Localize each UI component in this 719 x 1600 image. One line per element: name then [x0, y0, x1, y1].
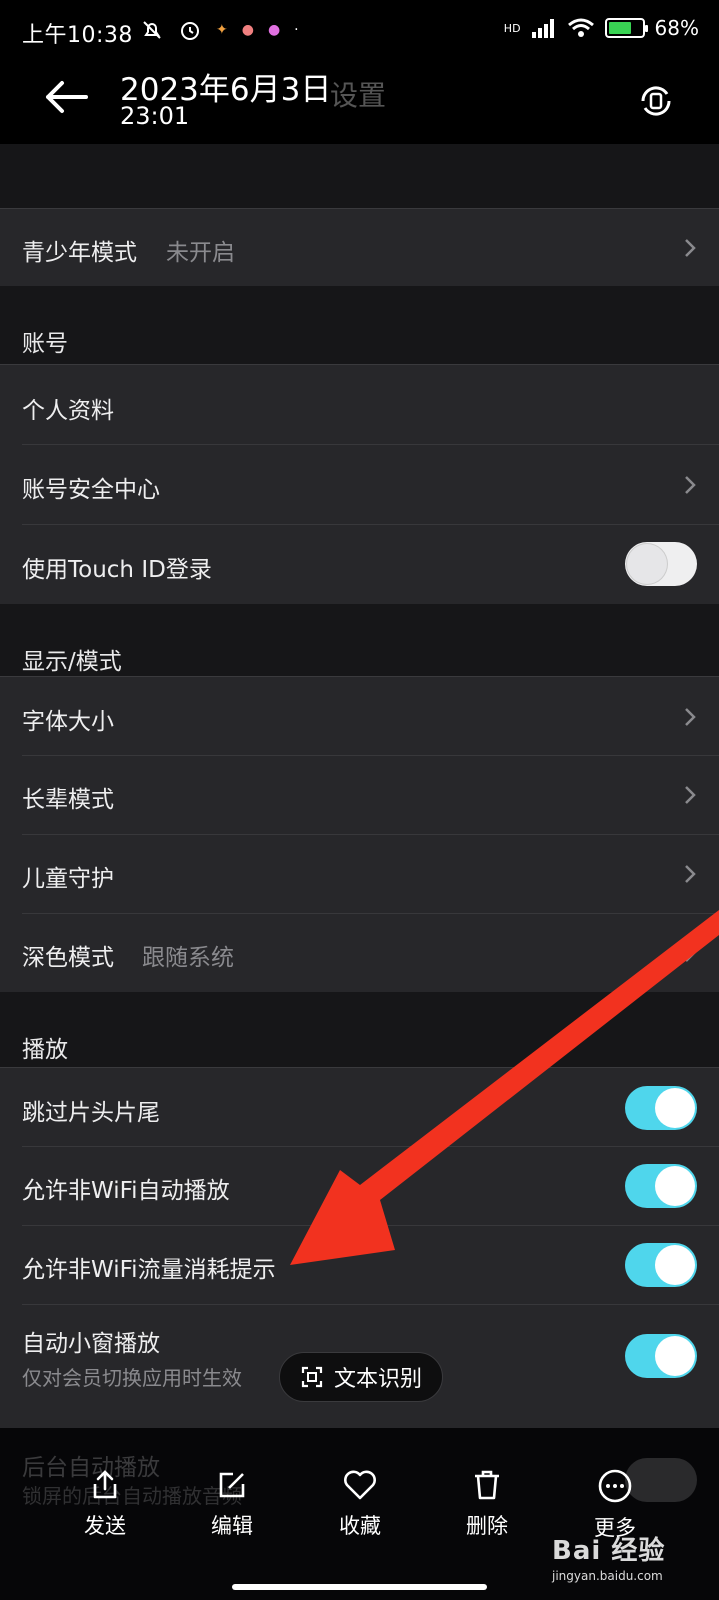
chevron-right-icon [685, 786, 696, 804]
section-title: 播放 [22, 1037, 68, 1063]
delete-label: 删除 [466, 1514, 508, 1538]
elder-mode-label: 长辈模式 [22, 787, 114, 813]
scan-text-icon [301, 1366, 323, 1388]
edit-label: 编辑 [211, 1514, 253, 1538]
data-usage-hint-row: 允许非WiFi流量消耗提示 [0, 1225, 719, 1304]
chevron-right-icon [685, 865, 696, 883]
section-header-display: 显示/模式 [0, 604, 719, 676]
divider [22, 1225, 719, 1226]
data-usage-hint-toggle[interactable] [625, 1243, 697, 1287]
divider [22, 834, 719, 835]
section-header-account: 账号 [0, 286, 719, 364]
rotate-button[interactable] [635, 80, 677, 122]
share-icon [93, 1470, 117, 1499]
child-guard-row[interactable]: 儿童守护 [0, 834, 719, 913]
child-guard-label: 儿童守护 [22, 866, 114, 892]
pip-play-sub: 仅对会员切换应用时生效 [22, 1366, 242, 1390]
screenshot-time: 23:01 [120, 102, 190, 130]
mute-icon [143, 21, 161, 39]
chevron-right-icon [685, 944, 696, 962]
youth-mode-value: 未开启 [166, 240, 235, 266]
divider [22, 755, 719, 756]
pip-play-toggle[interactable] [625, 1334, 697, 1378]
notification-icons: ✦ ● ● · [140, 18, 299, 42]
chevron-right-icon [685, 708, 696, 726]
divider [22, 913, 719, 914]
more-notifications-icon: · [294, 22, 299, 38]
text-recognition-button[interactable]: 文本识别 [279, 1352, 443, 1402]
alarm-icon [181, 22, 199, 40]
app-notification-icon: ● [241, 22, 254, 38]
baidu-watermark: Bai 经验 jingyan.baidu.com [552, 1530, 665, 1583]
network-label: HD [503, 21, 521, 35]
skip-intro-label: 跳过片头片尾 [22, 1100, 160, 1126]
favorite-button[interactable]: 收藏 [310, 1468, 410, 1540]
watermark-url: jingyan.baidu.com [552, 1569, 663, 1583]
section-header-playback: 播放 [0, 992, 719, 1067]
touch-id-toggle[interactable] [625, 542, 697, 586]
chevron-right-icon [685, 476, 696, 494]
share-label: 发送 [84, 1514, 126, 1538]
auto-play-nonwifi-label: 允许非WiFi自动播放 [22, 1178, 230, 1204]
battery-percent: 68% [654, 16, 699, 40]
favorite-label: 收藏 [339, 1514, 381, 1538]
status-time: 上午10:38 [22, 23, 133, 48]
auto-play-nonwifi-row: 允许非WiFi自动播放 [0, 1146, 719, 1225]
page-title: 设置 [330, 79, 387, 112]
battery-icon [604, 18, 648, 38]
watermark-logo: Bai 经验 [552, 1536, 666, 1566]
pip-play-label: 自动小窗播放 [22, 1331, 160, 1357]
skip-intro-toggle[interactable] [625, 1086, 697, 1130]
edit-button[interactable]: 编辑 [182, 1468, 282, 1540]
youth-mode-label: 青少年模式 [22, 240, 137, 266]
status-bar: 上午10:38 ✦ ● ● · HD 68% [0, 0, 719, 62]
wifi-icon [567, 18, 594, 37]
profile-row[interactable]: 个人资料 [0, 364, 719, 444]
back-button[interactable] [36, 72, 98, 122]
trash-icon [475, 1470, 499, 1500]
font-size-label: 字体大小 [22, 709, 114, 735]
touch-id-label: 使用Touch ID登录 [22, 557, 212, 583]
dark-mode-row[interactable]: 深色模式 跟随系统 [0, 913, 719, 992]
back-arrow-icon [46, 81, 88, 113]
account-security-row[interactable]: 账号安全中心 [0, 444, 719, 524]
heart-icon [344, 1470, 376, 1500]
font-size-row[interactable]: 字体大小 [0, 676, 719, 755]
divider [22, 1146, 719, 1147]
delete-button[interactable]: 删除 [437, 1468, 537, 1540]
chevron-right-icon [685, 239, 696, 257]
youth-mode-row[interactable]: 青少年模式 未开启 [0, 208, 719, 286]
skip-intro-row: 跳过片头片尾 [0, 1067, 719, 1146]
edit-icon [219, 1472, 245, 1498]
auto-play-nonwifi-toggle[interactable] [625, 1164, 697, 1208]
app-notification-icon: ✦ [216, 22, 228, 38]
section-title: 显示/模式 [22, 649, 122, 675]
share-button[interactable]: 发送 [55, 1468, 155, 1540]
section-title: 账号 [22, 331, 68, 357]
home-indicator[interactable] [232, 1584, 487, 1590]
signal-icon [531, 19, 554, 38]
rotate-icon [641, 86, 671, 116]
spacer [0, 144, 719, 208]
header: 设置 2023年6月3日 23:01 [0, 62, 719, 144]
divider [22, 524, 719, 525]
status-right: HD 68% [504, 16, 699, 40]
app-notification-icon: ● [267, 22, 281, 38]
divider [22, 444, 719, 445]
text-recognition-label: 文本识别 [334, 1367, 423, 1392]
divider [22, 1304, 719, 1305]
dark-mode-value: 跟随系统 [142, 945, 234, 971]
more-icon [598, 1469, 632, 1503]
data-usage-hint-label: 允许非WiFi流量消耗提示 [22, 1257, 276, 1283]
profile-label: 个人资料 [22, 398, 114, 424]
account-security-label: 账号安全中心 [22, 477, 160, 503]
elder-mode-row[interactable]: 长辈模式 [0, 755, 719, 834]
dark-mode-label: 深色模式 [22, 945, 114, 971]
touch-id-row: 使用Touch ID登录 [0, 524, 719, 604]
